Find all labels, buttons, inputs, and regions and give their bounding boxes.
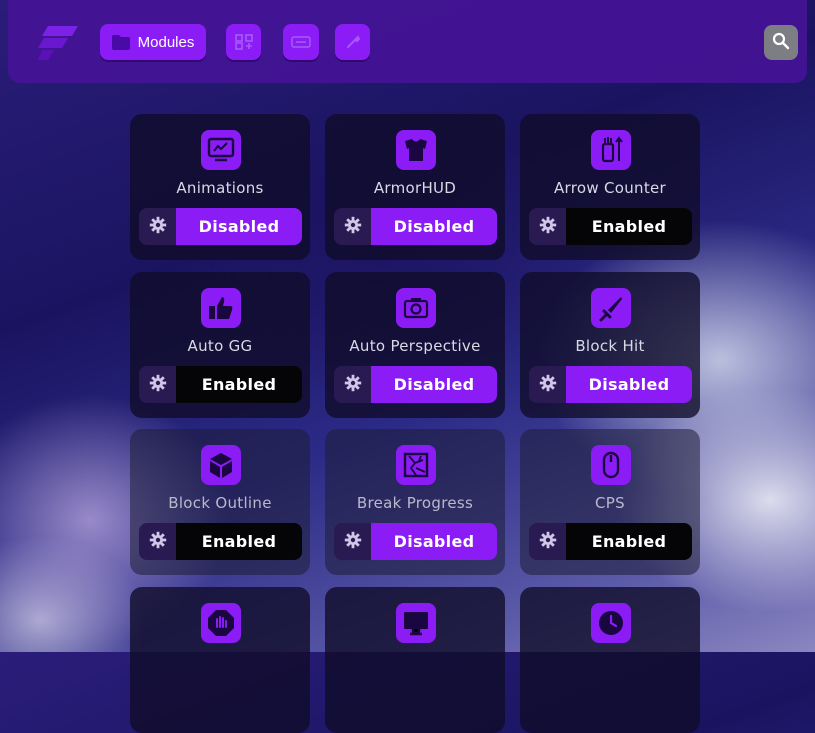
search-button[interactable] [764, 25, 798, 60]
module-toggle-button[interactable]: Disabled [371, 366, 497, 403]
gear-icon [344, 216, 362, 238]
module-name: ArmorHUD [373, 179, 457, 197]
hand-stop-icon [201, 603, 241, 643]
thumbs-up-icon [201, 288, 241, 328]
module-card[interactable]: Break Progress Disabled [325, 429, 505, 575]
armor-chestplate-icon [396, 130, 436, 170]
module-name: Break Progress [356, 494, 474, 512]
gear-icon [149, 216, 167, 238]
module-name: Auto GG [187, 337, 253, 355]
gear-icon [539, 374, 557, 396]
gear-icon [539, 531, 557, 553]
module-card[interactable]: ArmorHUD Disabled [325, 114, 505, 260]
module-card[interactable] [130, 587, 310, 733]
clock-icon [591, 603, 631, 643]
mouse-icon [591, 445, 631, 485]
module-card[interactable] [520, 587, 700, 733]
settings-tab-button[interactable] [335, 24, 370, 60]
module-name: Arrow Counter [553, 179, 667, 197]
hud-icon [291, 36, 311, 48]
gear-icon [344, 374, 362, 396]
module-card[interactable]: Animations Disabled [130, 114, 310, 260]
folder-icon [111, 34, 130, 50]
module-toggle-button[interactable]: Enabled [176, 523, 302, 560]
module-card[interactable]: CPS Enabled [520, 429, 700, 575]
gear-icon [344, 531, 362, 553]
gear-icon [539, 216, 557, 238]
module-settings-button[interactable] [334, 366, 371, 403]
module-card[interactable]: Arrow Counter Enabled [520, 114, 700, 260]
module-name: CPS [595, 494, 625, 512]
cube-icon [201, 445, 241, 485]
module-toggle-button[interactable]: Enabled [566, 208, 692, 245]
module-card[interactable]: Block Hit Disabled [520, 272, 700, 418]
module-toggle-button[interactable]: Enabled [566, 523, 692, 560]
module-settings-button[interactable] [139, 208, 176, 245]
module-settings-button[interactable] [334, 523, 371, 560]
hud-editor-tab-button[interactable] [283, 24, 319, 60]
module-card[interactable]: Auto GG Enabled [130, 272, 310, 418]
module-settings-button[interactable] [139, 366, 176, 403]
module-toggle-button[interactable]: Disabled [371, 208, 497, 245]
module-card[interactable]: Block Outline Enabled [130, 429, 310, 575]
gear-icon [149, 374, 167, 396]
module-toggle-button[interactable]: Disabled [176, 208, 302, 245]
monitor-icon [396, 603, 436, 643]
modules-tab-button[interactable]: Modules [100, 24, 206, 60]
module-settings-button[interactable] [139, 523, 176, 560]
gear-icon [149, 531, 167, 553]
module-toggle-button[interactable]: Enabled [176, 366, 302, 403]
module-settings-button[interactable] [529, 523, 566, 560]
module-settings-button[interactable] [529, 208, 566, 245]
modules-tab-label: Modules [137, 33, 195, 51]
top-navigation-bar: Modules [8, 0, 807, 83]
module-card[interactable] [325, 587, 505, 733]
module-name: Block Hit [575, 337, 645, 355]
sword-icon [591, 288, 631, 328]
module-card[interactable]: Auto Perspective Disabled [325, 272, 505, 418]
logo-icon[interactable] [38, 24, 80, 60]
camera-icon [396, 288, 436, 328]
module-settings-button[interactable] [334, 208, 371, 245]
animation-monitor-icon [201, 130, 241, 170]
quiver-icon [591, 130, 631, 170]
module-name: Auto Perspective [349, 337, 481, 355]
module-toggle-button[interactable]: Disabled [371, 523, 497, 560]
wrench-icon [345, 34, 361, 50]
search-icon [772, 32, 790, 54]
module-settings-button[interactable] [529, 366, 566, 403]
module-name: Block Outline [168, 494, 272, 512]
grid-tab-button[interactable] [226, 24, 261, 60]
cracked-block-icon [396, 445, 436, 485]
grid-icon [234, 34, 253, 50]
module-toggle-button[interactable]: Disabled [566, 366, 692, 403]
module-name: Animations [176, 179, 264, 197]
